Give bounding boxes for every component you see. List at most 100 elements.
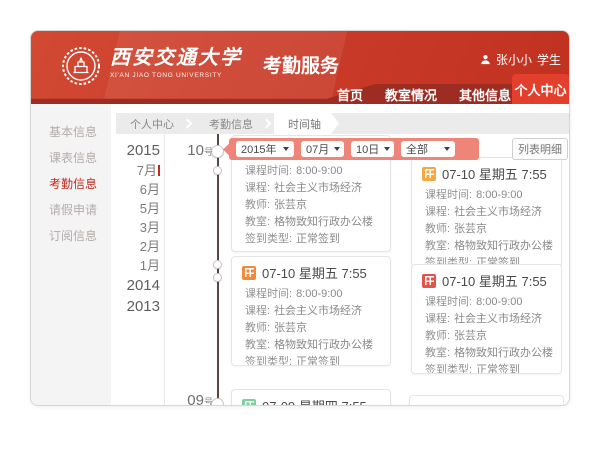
field-label: 签到类型: xyxy=(245,354,292,366)
sidebar-item-attendance[interactable]: 考勤信息 xyxy=(31,171,111,197)
chevron-down-icon xyxy=(334,147,340,151)
field-value: 格物致知行政办公楼 xyxy=(274,214,373,231)
chevron-down-icon xyxy=(283,147,289,151)
app-window: 西安交通大学 XI'AN JIAO TONG UNIVERSITY 考勤服务 张… xyxy=(30,30,570,406)
nav-item-home[interactable]: 首页 xyxy=(337,85,363,104)
field-label: 课程时间: xyxy=(245,286,292,303)
day-dropdown[interactable]: 10日 xyxy=(351,141,394,157)
sidebar-item-leave-request[interactable]: 请假申请 xyxy=(31,197,111,223)
field-value: 张芸京 xyxy=(274,197,307,214)
timeline-nav-year[interactable]: 2015 xyxy=(116,140,164,161)
nav-item-other-info[interactable]: 其他信息 xyxy=(459,85,511,104)
filter-bar: 2015年 07月 10日 全部 xyxy=(229,138,479,160)
field-label: 签到类型: xyxy=(245,231,292,248)
chevron-down-icon xyxy=(444,147,450,151)
month-dropdown[interactable]: 07月 xyxy=(301,141,344,157)
breadcrumb: 个人中心 考勤信息 时间轴 xyxy=(116,113,569,134)
breadcrumb-item-personal-center[interactable]: 个人中心 xyxy=(116,113,184,134)
year-dropdown[interactable]: 2015年 xyxy=(236,141,294,157)
card-date: 07-10 星期五 7:55 xyxy=(442,271,547,290)
main-nav: 首页 教室情况 其他信息 xyxy=(337,84,511,104)
field-label: 教室: xyxy=(245,214,270,231)
card-date: 07-10 星期五 7:55 xyxy=(442,164,547,183)
field-label: 课程: xyxy=(425,204,450,221)
card-body: 课程时间:8:00-9:00 课程:社会主义市场经济 教师:张芸京 教室:格物致… xyxy=(412,185,561,267)
field-value: 8:00-9:00 xyxy=(476,294,522,311)
field-label: 课程: xyxy=(425,311,450,328)
field-label: 教师: xyxy=(425,328,450,345)
list-detail-button[interactable]: 列表明细 xyxy=(512,138,568,160)
field-value: 张芸京 xyxy=(454,328,487,345)
card-body: 课程时间:8:00-9:00 课程:社会主义市场经济 教师:张芸京 教室:格物致… xyxy=(412,292,561,374)
field-value: 社会主义市场经济 xyxy=(454,204,542,221)
university-name-cn: 西安交通大学 xyxy=(110,46,242,70)
app-header: 西安交通大学 XI'AN JIAO TONG UNIVERSITY 考勤服务 张… xyxy=(31,31,569,104)
field-value: 格物致知行政办公楼 xyxy=(454,238,553,255)
field-label: 教室: xyxy=(425,345,450,362)
card-header: 07-10 星期五 7:55 xyxy=(232,257,390,284)
timeline-node xyxy=(213,273,222,282)
app-title: 考勤服务 xyxy=(263,51,339,78)
attendance-card: 07-10 星期五 7:55 课程时间:8:00-9:00 课程:社会主义市场经… xyxy=(411,157,562,267)
scope-dropdown[interactable]: 全部 xyxy=(401,141,455,157)
field-label: 教室: xyxy=(245,337,270,354)
nav-item-personal-center[interactable]: 个人中心 xyxy=(512,74,569,104)
field-label: 教师: xyxy=(245,320,270,337)
attendance-status-icon xyxy=(242,266,256,280)
sidebar-item-subscription[interactable]: 订阅信息 xyxy=(31,223,111,249)
attendance-card: 07-10 星期五 7:55 课程时间:8:00-9:00 课程:社会主义市场经… xyxy=(411,264,562,374)
field-value: 社会主义市场经济 xyxy=(274,180,362,197)
timeline-nav-month[interactable]: 5月 xyxy=(116,199,164,218)
attendance-card-peek xyxy=(409,395,564,406)
field-label: 教师: xyxy=(245,197,270,214)
field-value: 8:00-9:00 xyxy=(296,286,342,303)
user-info[interactable]: 张小小 学生 xyxy=(480,51,561,68)
day-marker-09: 09号 xyxy=(179,392,213,406)
university-logo-icon xyxy=(61,46,101,86)
timeline-nav-year[interactable]: 2014 xyxy=(116,275,164,296)
timeline-nav-month-selected[interactable]: 7月 xyxy=(116,161,164,180)
field-value: 8:00-9:00 xyxy=(296,163,342,180)
field-label: 教室: xyxy=(425,238,450,255)
current-month-marker xyxy=(158,165,160,176)
sidebar: 基本信息 课表信息 考勤信息 请假申请 订阅信息 xyxy=(31,104,111,405)
university-name-block: 西安交通大学 XI'AN JIAO TONG UNIVERSITY xyxy=(110,46,242,79)
field-value: 张芸京 xyxy=(454,221,487,238)
card-date: 07-10 星期五 7:55 xyxy=(262,263,367,282)
field-value: 正常签到 xyxy=(476,362,520,374)
breadcrumb-item-attendance[interactable]: 考勤信息 xyxy=(195,113,263,134)
field-label: 课程: xyxy=(245,303,270,320)
sidebar-item-timetable[interactable]: 课表信息 xyxy=(31,145,111,171)
attendance-card: 07-10 星期五 7:55 课程时间:8:00-9:00 课程:社会主义市场经… xyxy=(231,256,391,366)
screenshot-canvas: 西安交通大学 XI'AN JIAO TONG UNIVERSITY 考勤服务 张… xyxy=(0,0,600,450)
timeline-node xyxy=(213,260,222,269)
timeline-nav-month[interactable]: 3月 xyxy=(116,218,164,237)
field-label: 教师: xyxy=(425,221,450,238)
field-label: 课程时间: xyxy=(425,187,472,204)
field-value: 社会主义市场经济 xyxy=(454,311,542,328)
attendance-status-icon xyxy=(422,167,436,181)
field-value: 8:00-9:00 xyxy=(476,187,522,204)
breadcrumb-item-timeline[interactable]: 时间轴 xyxy=(274,113,339,134)
card-header: 07-09 星期四 7:55 xyxy=(232,390,390,406)
timeline-nav-month[interactable]: 2月 xyxy=(116,237,164,256)
timeline-nav-month[interactable]: 1月 xyxy=(116,256,164,275)
card-header: 07-10 星期五 7:55 xyxy=(412,158,561,185)
user-icon xyxy=(480,54,491,65)
card-date: 07-09 星期四 7:55 xyxy=(262,396,367,406)
timeline-nav-year[interactable]: 2013 xyxy=(116,296,164,317)
field-label: 课程时间: xyxy=(425,294,472,311)
nav-item-classrooms[interactable]: 教室情况 xyxy=(385,85,437,104)
field-value: 社会主义市场经济 xyxy=(274,303,362,320)
chevron-down-icon xyxy=(384,147,390,151)
timeline-node xyxy=(213,166,222,175)
day-marker-10: 10号 xyxy=(179,142,213,159)
field-value: 张芸京 xyxy=(274,320,307,337)
sidebar-item-basic-info[interactable]: 基本信息 xyxy=(31,119,111,145)
timeline-nav-month[interactable]: 6月 xyxy=(116,180,164,199)
field-label: 课程: xyxy=(245,180,270,197)
field-value: 正常签到 xyxy=(296,231,340,248)
university-name-en: XI'AN JIAO TONG UNIVERSITY xyxy=(110,72,242,79)
attendance-status-icon xyxy=(242,399,256,407)
field-label: 课程时间: xyxy=(245,163,292,180)
